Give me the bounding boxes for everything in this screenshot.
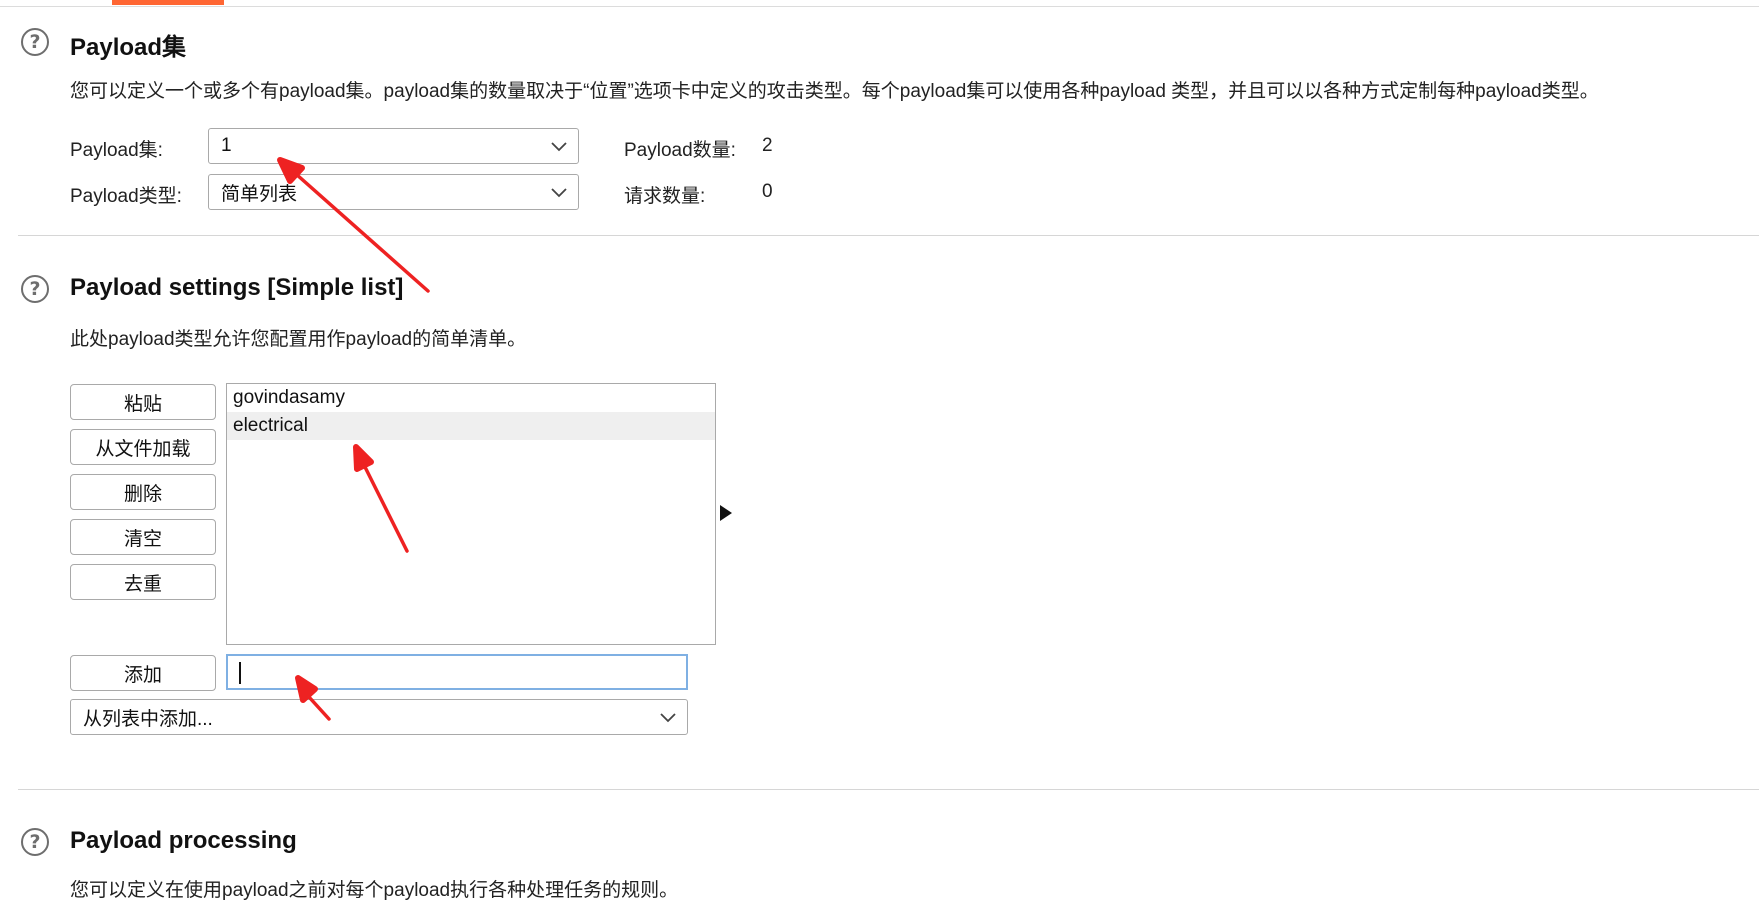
section-title-payload-settings: Payload settings [Simple list] <box>70 274 404 301</box>
payload-set-value: 1 <box>221 135 232 156</box>
request-count-label: 请求数量: <box>624 186 706 207</box>
help-icon[interactable]: ? <box>21 828 49 856</box>
top-divider <box>0 6 1759 7</box>
section-divider <box>18 789 1759 790</box>
text-cursor <box>239 662 241 684</box>
section-title-payload-sets: Payload集 <box>70 34 187 61</box>
triangle-right-icon[interactable] <box>718 504 734 522</box>
payload-set-select[interactable]: 1 <box>208 128 579 164</box>
request-count-value: 0 <box>762 181 773 202</box>
payload-type-value: 简单列表 <box>221 183 298 205</box>
add-from-list-value: 从列表中添加... <box>83 708 213 730</box>
payload-type-label: Payload类型: <box>70 186 182 207</box>
add-payload-input[interactable] <box>226 654 688 690</box>
section-title-payload-processing: Payload processing <box>70 827 297 854</box>
help-icon[interactable]: ? <box>21 275 49 303</box>
section-divider <box>18 235 1759 236</box>
payload-count-value: 2 <box>762 135 773 156</box>
clear-button[interactable]: 清空 <box>70 519 216 555</box>
list-item-selected[interactable]: electrical <box>227 412 715 440</box>
section-description: 您可以定义一个或多个有payload集。payload集的数量取决于“位置”选项… <box>70 81 1599 102</box>
help-icon[interactable]: ? <box>21 28 49 56</box>
payload-set-label: Payload集: <box>70 140 163 161</box>
section-description: 此处payload类型允许您配置用作payload的简单清单。 <box>70 329 527 350</box>
deduplicate-button[interactable]: 去重 <box>70 564 216 600</box>
load-file-button[interactable]: 从文件加载 <box>70 429 216 465</box>
chevron-down-icon <box>551 188 567 198</box>
paste-button[interactable]: 粘贴 <box>70 384 216 420</box>
chevron-down-icon <box>660 713 676 723</box>
add-button[interactable]: 添加 <box>70 655 216 691</box>
payload-type-select[interactable]: 简单列表 <box>208 174 579 210</box>
active-tab-indicator <box>112 0 224 5</box>
add-from-list-select[interactable]: 从列表中添加... <box>70 699 688 735</box>
payload-count-label: Payload数量: <box>624 140 736 161</box>
chevron-down-icon <box>551 142 567 152</box>
section-description: 您可以定义在使用payload之前对每个payload执行各种处理任务的规则。 <box>70 880 679 901</box>
remove-button[interactable]: 删除 <box>70 474 216 510</box>
payload-list[interactable]: govindasamy electrical <box>226 383 716 645</box>
list-item[interactable]: govindasamy <box>227 384 715 412</box>
